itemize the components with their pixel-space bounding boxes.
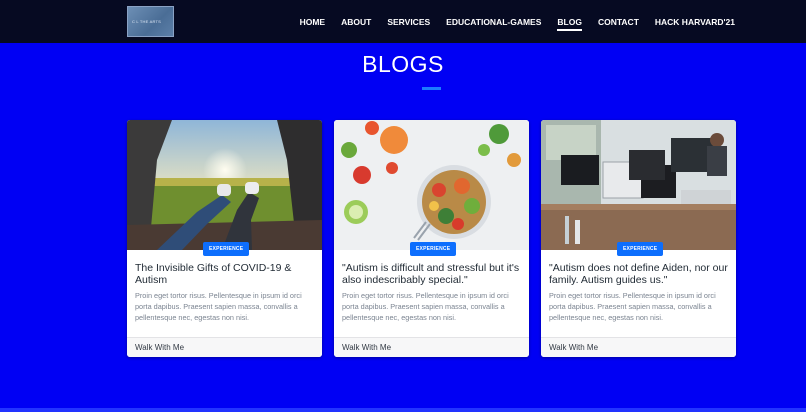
card-footer-author[interactable]: Walk With Me [334,337,529,357]
logo-text: C L THE ARTS [132,19,162,24]
nav-link-about[interactable]: ABOUT [341,17,371,27]
card-excerpt: Proin eget tortor risus. Pellentesque in… [549,291,716,323]
category-badge: EXPERIENCE [410,242,457,256]
card-title[interactable]: The Invisible Gifts of COVID-19 & Autism [135,262,315,286]
card-excerpt: Proin eget tortor risus. Pellentesque in… [342,291,509,323]
card-title[interactable]: "Autism does not define Aiden, nor our f… [549,262,729,286]
nav-link-contact[interactable]: CONTACT [598,17,639,27]
category-badge: EXPERIENCE [617,242,664,256]
nav-link-educational-games[interactable]: EDUCATIONAL-GAMES [446,17,541,27]
card-image-car-sunset[interactable] [127,120,322,250]
category-badge: EXPERIENCE [203,242,250,256]
navbar: C L THE ARTS HOME ABOUT SERVICES EDUCATI… [0,0,806,43]
card-footer-author[interactable]: Walk With Me [541,337,736,357]
blog-card[interactable]: EXPERIENCE "Autism does not define Aiden… [541,120,736,357]
nav-link-home[interactable]: HOME [300,17,326,27]
blog-card[interactable]: EXPERIENCE The Invisible Gifts of COVID-… [127,120,322,357]
card-footer-author[interactable]: Walk With Me [127,337,322,357]
title-underline [422,87,441,90]
nav-link-hack-harvard[interactable]: HACK HARVARD'21 [655,17,735,27]
blog-card[interactable]: EXPERIENCE "Autism is difficult and stre… [334,120,529,357]
site-logo[interactable]: C L THE ARTS [127,6,174,37]
nav-link-blog[interactable]: BLOG [557,17,582,31]
card-excerpt: Proin eget tortor risus. Pellentesque in… [135,291,302,323]
page-title: BLOGS [362,51,444,77]
bottom-edge [0,408,806,412]
card-image-office[interactable] [541,120,736,250]
card-image-food-bowl[interactable] [334,120,529,250]
nav-links: HOME ABOUT SERVICES EDUCATIONAL-GAMES BL… [284,0,735,43]
nav-link-services[interactable]: SERVICES [387,17,430,27]
card-title[interactable]: "Autism is difficult and stressful but i… [342,262,522,286]
